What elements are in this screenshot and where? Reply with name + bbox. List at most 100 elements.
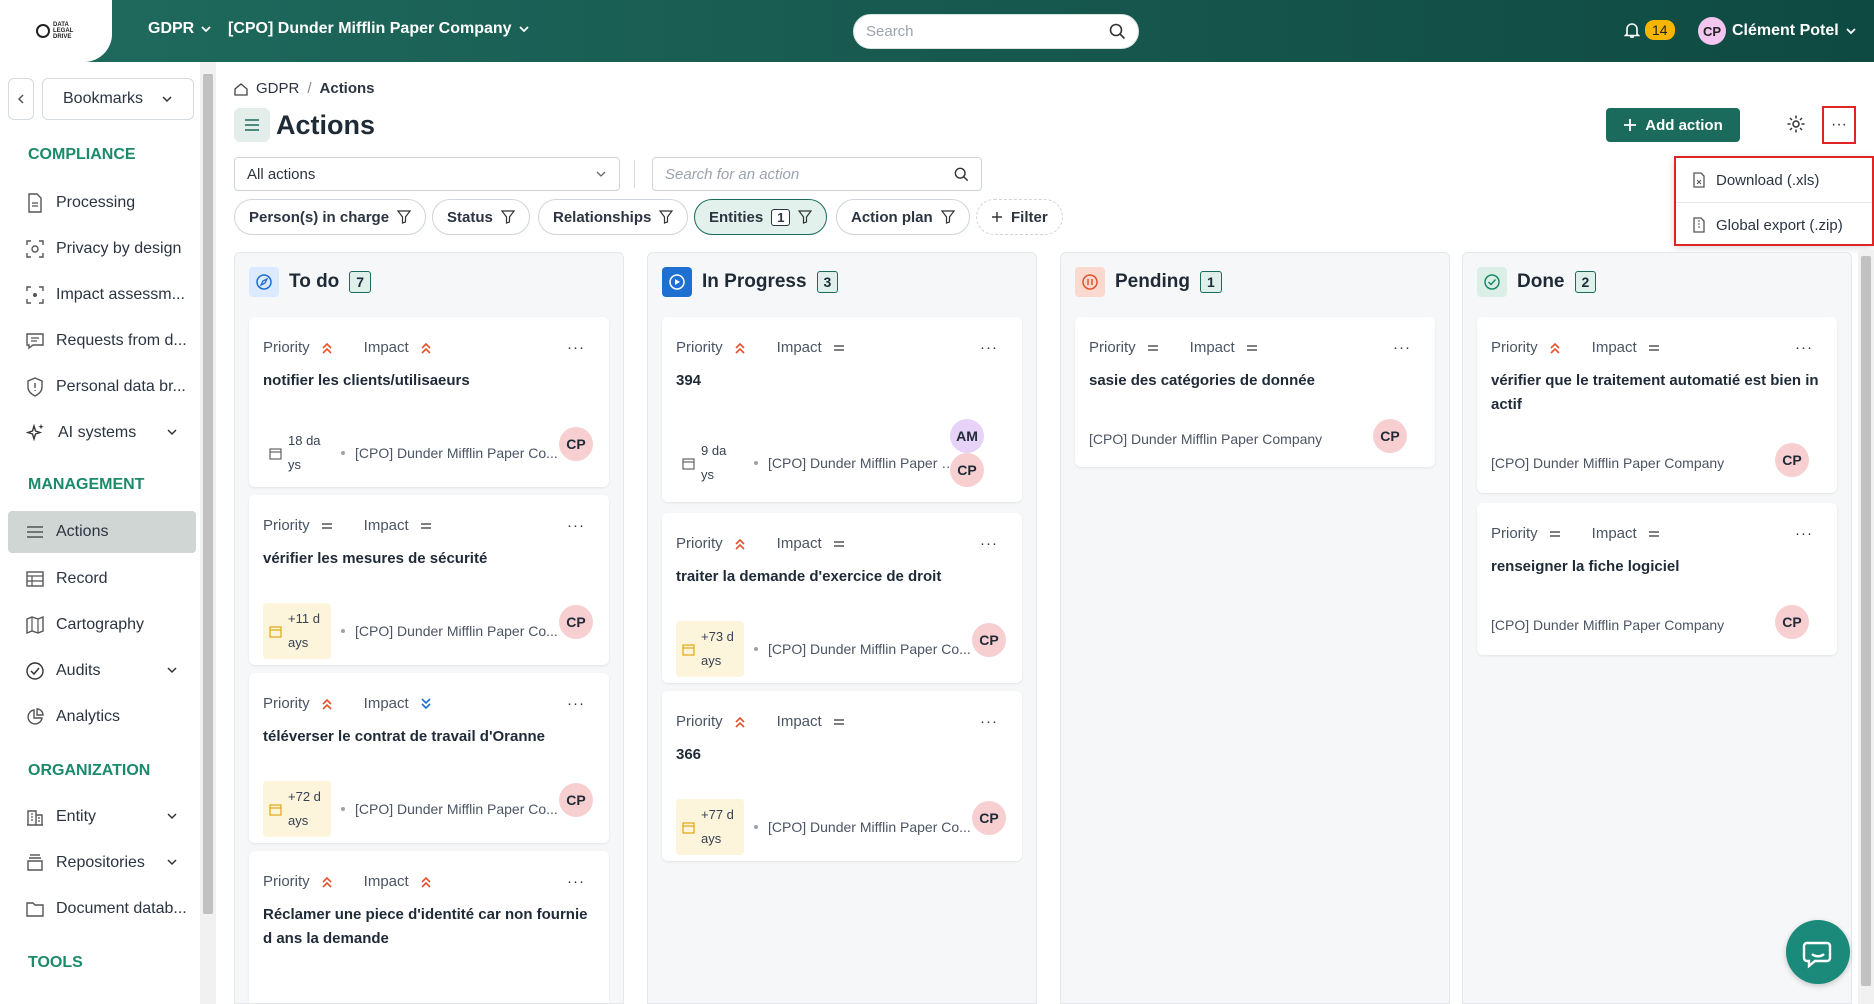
- action-card[interactable]: Priority Impact ··· notifier les clients…: [249, 317, 609, 487]
- sidebar-item-privacy-by-design[interactable]: Privacy by design: [8, 228, 196, 270]
- more-options-button[interactable]: ···: [1822, 106, 1856, 144]
- module-selector[interactable]: GDPR: [148, 20, 212, 38]
- action-card[interactable]: Priority Impact ··· traiter la demande d…: [662, 513, 1022, 683]
- card-menu-icon[interactable]: ···: [980, 713, 998, 730]
- board-scrollbar-thumb[interactable]: [1861, 256, 1871, 986]
- breadcrumb-root[interactable]: GDPR: [256, 80, 299, 97]
- priority-label: Priority: [263, 517, 310, 534]
- sidebar-item-impact-assessment[interactable]: Impact assessm...: [8, 274, 196, 316]
- search-icon[interactable]: [1109, 23, 1126, 40]
- organization-selector[interactable]: [CPO] Dunder Mifflin Paper Company: [228, 20, 530, 38]
- card-menu-icon[interactable]: ···: [567, 873, 585, 890]
- action-card[interactable]: Priority Impact ··· 366 +77 d ays [CPO] …: [662, 691, 1022, 861]
- avatar[interactable]: CP: [1775, 443, 1809, 477]
- avatar[interactable]: CP: [972, 801, 1006, 835]
- sidebar-item-record[interactable]: Record: [8, 558, 196, 600]
- board-scrollbar[interactable]: [1858, 250, 1874, 1004]
- separator-dot: [341, 451, 345, 455]
- action-card[interactable]: Priority Impact ··· sasie des catégories…: [1075, 317, 1435, 467]
- bookmarks-label: Bookmarks: [63, 90, 144, 107]
- sidebar-item-processing[interactable]: Processing: [8, 182, 196, 224]
- priority-high-icon: [735, 716, 745, 728]
- add-filter-button[interactable]: Filter: [976, 199, 1063, 235]
- download-xls-item[interactable]: Download (.xls): [1676, 158, 1872, 202]
- card-menu-icon[interactable]: ···: [1795, 339, 1813, 356]
- sidebar-scrollbar-thumb[interactable]: [203, 74, 213, 914]
- action-card[interactable]: Priority Impact ··· 394 9 da ys [CPO] Du…: [662, 317, 1022, 502]
- avatar[interactable]: CP: [972, 623, 1006, 657]
- bookmarks-dropdown[interactable]: Bookmarks: [42, 78, 194, 120]
- avatar[interactable]: CP: [1775, 605, 1809, 639]
- card-menu-icon[interactable]: ···: [1393, 339, 1411, 356]
- priority-label: Priority: [263, 339, 310, 356]
- card-meta: 18 da ys [CPO] Dunder Mifflin Paper Co..…: [263, 425, 560, 481]
- card-title: vérifier que le traitement automatié est…: [1491, 372, 1819, 413]
- card-menu-icon[interactable]: ···: [567, 339, 585, 356]
- action-search-input[interactable]: [665, 158, 945, 190]
- avatar[interactable]: CP: [559, 605, 593, 639]
- filter-entities[interactable]: Entities 1: [694, 199, 828, 235]
- impact-medium-icon: [1246, 344, 1257, 351]
- sidebar-scrollbar[interactable]: [200, 62, 216, 1004]
- card-menu-icon[interactable]: ···: [1795, 525, 1813, 542]
- avatar[interactable]: CP: [559, 783, 593, 817]
- add-action-button[interactable]: Add action: [1606, 108, 1740, 142]
- sidebar-item-document-database[interactable]: Document datab...: [8, 888, 196, 930]
- action-view-select[interactable]: All actions: [234, 157, 620, 191]
- sidebar-item-label: Requests from d...: [56, 332, 187, 349]
- card-menu-icon[interactable]: ···: [567, 695, 585, 712]
- action-card[interactable]: Priority Impact ··· Réclamer une piece d…: [249, 851, 609, 1003]
- card-indicators: Priority Impact: [1491, 339, 1661, 356]
- chevron-down-icon: [596, 171, 606, 177]
- global-export-item[interactable]: Global export (.zip): [1676, 203, 1872, 247]
- entity-name: [CPO] Dunder Mifflin Paper Company: [1089, 431, 1323, 447]
- help-chat-button[interactable]: [1786, 920, 1850, 984]
- gear-icon[interactable]: [1786, 114, 1806, 134]
- card-indicators: Priority Impact: [1089, 339, 1259, 356]
- action-card[interactable]: Priority Impact ··· vérifier que le trai…: [1477, 317, 1837, 493]
- search-icon[interactable]: [954, 167, 969, 182]
- sidebar-item-analytics[interactable]: Analytics: [8, 696, 196, 738]
- avatar[interactable]: AM: [950, 419, 984, 453]
- priority-label: Priority: [676, 713, 723, 730]
- card-menu-icon[interactable]: ···: [980, 339, 998, 356]
- impact-medium-icon: [1648, 530, 1659, 537]
- sidebar-item-ai-systems[interactable]: AI systems: [8, 412, 196, 454]
- section-tools: TOOLS: [28, 954, 83, 971]
- sidebar-item-entity[interactable]: Entity: [8, 796, 196, 838]
- card-meta: [CPO] Dunder Mifflin Paper Company: [1491, 617, 1751, 633]
- filter-action-plan[interactable]: Action plan: [836, 199, 970, 235]
- priority-label: Priority: [1089, 339, 1136, 356]
- user-menu[interactable]: CP Clément Potel: [1698, 17, 1857, 45]
- filter-relationships[interactable]: Relationships: [538, 199, 689, 235]
- entity-name: [CPO] Dunder Mifflin Paper Co...: [355, 445, 558, 461]
- action-card[interactable]: Priority Impact ··· renseigner la fiche …: [1477, 503, 1837, 655]
- sidebar-item-audits[interactable]: Audits: [8, 650, 196, 692]
- column-count: 3: [816, 271, 839, 293]
- notification-count[interactable]: 14: [1645, 20, 1675, 40]
- filter-persons-in-charge[interactable]: Person(s) in charge: [234, 199, 427, 235]
- action-card[interactable]: Priority Impact ··· vérifier les mesures…: [249, 495, 609, 665]
- sidebar-item-data-breaches[interactable]: Personal data br...: [8, 366, 196, 408]
- card-menu-icon[interactable]: ···: [567, 517, 585, 534]
- bell-icon[interactable]: [1624, 21, 1640, 39]
- card-title: téléverser le contrat de travail d'Orann…: [263, 728, 546, 745]
- avatar[interactable]: CP: [559, 427, 593, 461]
- avatar[interactable]: CP: [950, 453, 984, 487]
- logo[interactable]: DATA LEGAL DRIVE: [0, 0, 112, 62]
- filter-status[interactable]: Status: [432, 199, 530, 235]
- organization-label: [CPO] Dunder Mifflin Paper Company: [228, 20, 512, 37]
- sidebar-item-label: Repositories: [56, 854, 145, 871]
- card-menu-icon[interactable]: ···: [980, 535, 998, 552]
- actions-page-icon: [234, 108, 270, 142]
- action-card[interactable]: Priority Impact ··· téléverser le contra…: [249, 673, 609, 843]
- sidebar-item-cartography[interactable]: Cartography: [8, 604, 196, 646]
- avatar[interactable]: CP: [1373, 419, 1407, 453]
- sidebar-item-requests[interactable]: Requests from d...: [8, 320, 196, 362]
- sidebar-item-actions[interactable]: Actions: [8, 511, 196, 553]
- collapse-sidebar-button[interactable]: [8, 78, 34, 120]
- sidebar-item-repositories[interactable]: Repositories: [8, 842, 196, 884]
- global-search-input[interactable]: [866, 15, 1096, 48]
- filter-label: Filter: [1011, 208, 1048, 226]
- priority-label: Priority: [676, 535, 723, 552]
